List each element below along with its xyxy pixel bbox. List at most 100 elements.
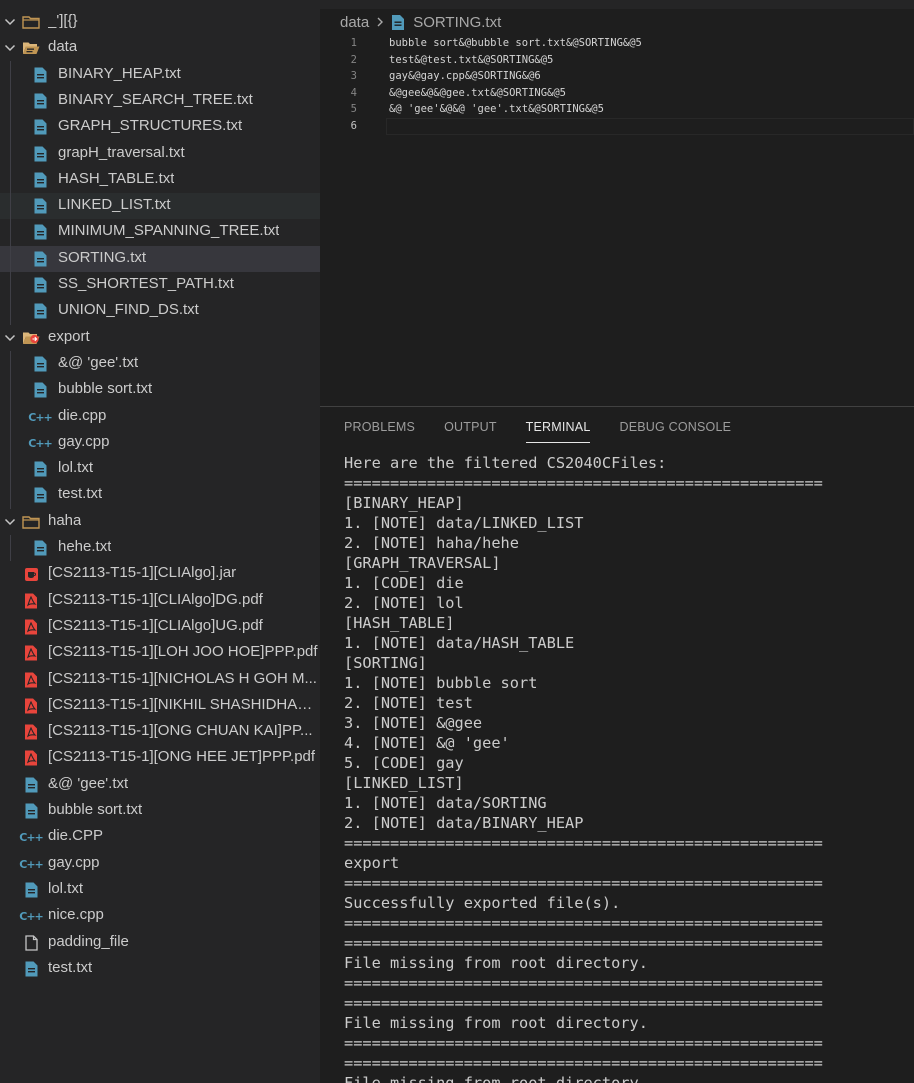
file-item[interactable]: [CS2113-T15-1][CLIAlgo]DG.pdf [0,588,320,614]
file-item[interactable]: [CS2113-T15-1][ONG CHUAN KAI]PP... [0,719,320,745]
file-item[interactable]: SORTING.txt [0,246,320,272]
file-item[interactable]: [CS2113-T15-1][CLIAlgo].jar [0,561,320,587]
file-label: [CS2113-T15-1][CLIAlgo]DG.pdf [48,591,263,608]
code-line[interactable]: 2 test&@test.txt&@SORTING&@5 [320,52,914,69]
file-item[interactable]: lol.txt [0,456,320,482]
file-item[interactable]: C++ nice.cpp [0,903,320,929]
tab-debug-console[interactable]: DEBUG CONSOLE [619,419,731,443]
file-item[interactable]: C++ die.cpp [0,404,320,430]
file-item[interactable]: C++ die.CPP [0,824,320,850]
file-item[interactable]: [CS2113-T15-1][LOH JOO HOE]PPP.pdf [0,640,320,666]
tab-problems[interactable]: PROBLEMS [344,419,415,443]
cpp-file-icon: C++ [19,857,43,871]
file-item[interactable]: test.txt [0,956,320,982]
file-item[interactable]: C++ gay.cpp [0,851,320,877]
terminal-output[interactable]: Here are the filtered CS2040CFiles: =====… [344,453,914,1083]
terminal-line: 3. [NOTE] &@gee [344,714,483,732]
pdf-file-icon [22,618,40,636]
file-item[interactable]: BINARY_SEARCH_TREE.txt [0,88,320,114]
file-text-icon [22,776,40,794]
file-item[interactable]: LINKED_LIST.txt [0,193,320,219]
file-plain-icon [22,934,40,952]
folder-icon [22,13,40,31]
pdf-file-icon [22,697,40,715]
chevron-down-icon[interactable] [2,330,18,346]
file-item[interactable]: BINARY_HEAP.txt [0,62,320,88]
file-label: [CS2113-T15-1][ONG CHUAN KAI]PP... [48,722,313,739]
file-item[interactable]: GRAPH_STRUCTURES.txt [0,114,320,140]
explorer-sidebar: _'][{}data BINARY_HEAP.txt BINARY_SEARCH_T… [0,0,320,1083]
file-item[interactable]: [CS2113-T15-1][ONG HEE JET]PPP.pdf [0,745,320,771]
file-item[interactable]: SS_SHORTEST_PATH.txt [0,272,320,298]
breadcrumb: data SORTING.txt [340,12,501,32]
file-item[interactable]: hehe.txt [0,535,320,561]
cpp-file-icon: C++ [28,436,52,450]
file-item[interactable]: test.txt [0,482,320,508]
folder-root[interactable]: _'][{} [0,9,320,35]
file-label: [CS2113-T15-1][LOH JOO HOE]PPP.pdf [48,643,318,660]
file-label: hehe.txt [58,538,112,555]
pdf-file-icon [22,644,40,662]
tab-terminal[interactable]: TERMINAL [525,419,591,443]
file-item[interactable]: lol.txt [0,877,320,903]
code-line[interactable]: 3 gay&@gay.cpp&@SORTING&@6 [320,68,914,85]
pdf-file-icon [22,723,40,741]
terminal-line: 2. [NOTE] haha/hehe [344,534,519,552]
terminal-line: ========================================… [344,914,823,932]
file-item[interactable]: bubble sort.txt [0,377,320,403]
folder-label: export [48,328,90,345]
file-text-icon [31,197,49,215]
terminal-line: ========================================… [344,934,823,952]
file-item[interactable]: &@ 'gee'.txt [0,351,320,377]
code-line[interactable]: 4 &@gee&@&@gee.txt&@SORTING&@5 [320,85,914,102]
terminal-line: 5. [CODE] gay [344,754,464,772]
file-item[interactable]: bubble sort.txt [0,798,320,824]
file-item[interactable]: HASH_TABLE.txt [0,167,320,193]
file-text-icon [22,960,40,978]
line-text: bubble sort&@bubble sort.txt&@SORTING&@5 [389,37,642,49]
file-label: [CS2113-T15-1][NIKHIL SHASHIDHAR... [48,696,318,713]
chevron-down-icon[interactable] [2,14,18,30]
file-label: grapH_traversal.txt [58,144,185,161]
folder-export[interactable]: export [0,325,320,351]
chevron-right-icon [375,16,385,28]
code-line[interactable]: 6 [320,118,914,135]
folder-label: data [48,38,78,55]
line-number: 3 [350,70,357,83]
editor-tab-strip [320,0,914,9]
terminal-line: ========================================… [344,474,823,492]
file-label: [CS2113-T15-1][NICHOLAS H GOH M... [48,670,317,687]
file-label: test.txt [48,959,93,976]
file-item[interactable]: grapH_traversal.txt [0,141,320,167]
breadcrumb-file[interactable]: SORTING.txt [413,14,501,31]
folder-data[interactable]: data [0,35,320,61]
terminal-line: [GRAPH_TRAVERSAL] [344,554,501,572]
code-line[interactable]: 5 &@ 'gee'&@&@ 'gee'.txt&@SORTING&@5 [320,101,914,118]
file-text-icon [31,381,49,399]
breadcrumb-folder[interactable]: data [340,14,369,31]
file-item[interactable]: [CS2113-T15-1][NICHOLAS H GOH M... [0,667,320,693]
file-label: lol.txt [58,459,94,476]
file-item[interactable]: UNION_FIND_DS.txt [0,298,320,324]
folder-icon [22,513,40,531]
file-item[interactable]: [CS2113-T15-1][NIKHIL SHASHIDHAR... [0,693,320,719]
code-line[interactable]: 1 bubble sort&@bubble sort.txt&@SORTING&@… [320,35,914,52]
line-text: &@gee&@&@gee.txt&@SORTING&@5 [389,86,567,99]
file-item[interactable]: C++ gay.cpp [0,430,320,456]
tab-output[interactable]: OUTPUT [444,419,497,443]
folder-haha[interactable]: haha [0,509,320,535]
terminal-line: export [344,854,400,872]
file-item[interactable]: &@ 'gee'.txt [0,772,320,798]
terminal-line: 2. [NOTE] lol [344,594,464,612]
file-item[interactable]: padding_file [0,930,320,956]
chevron-down-icon[interactable] [2,40,18,56]
file-item[interactable]: [CS2113-T15-1][CLIAlgo]UG.pdf [0,614,320,640]
file-item[interactable]: MINIMUM_SPANNING_TREE.txt [0,219,320,245]
file-label: LINKED_LIST.txt [58,196,171,213]
file-text-icon [31,171,49,189]
terminal-line: File missing from root directory. [344,1074,648,1083]
line-text: test&@test.txt&@SORTING&@5 [389,53,554,66]
line-number: 1 [350,37,357,49]
cpp-file-icon: C++ [28,410,52,424]
chevron-down-icon[interactable] [2,514,18,530]
